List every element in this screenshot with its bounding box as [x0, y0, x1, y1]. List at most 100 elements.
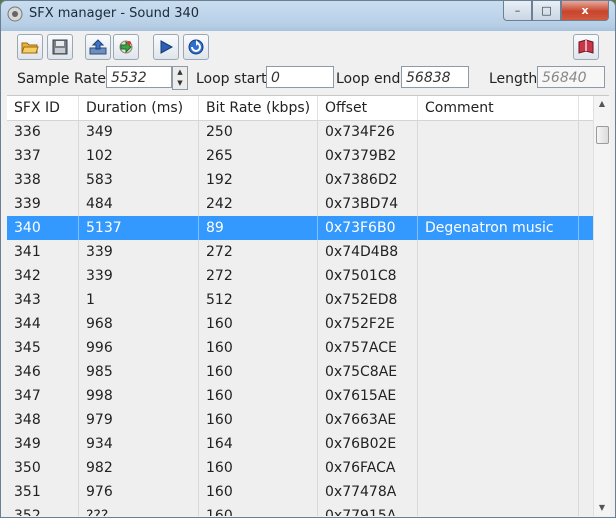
table-cell: 343: [7, 288, 79, 312]
table-cell: 0x7663AE: [318, 408, 418, 432]
table-row[interactable]: 343 1 512 0x752ED8: [7, 288, 593, 312]
table-cell: 484: [79, 192, 199, 216]
speaker-app-icon: [7, 6, 23, 22]
scroll-thumb[interactable]: [596, 126, 609, 144]
loop-start-input[interactable]: 0: [266, 66, 334, 88]
table-cell: 0x7615AE: [318, 384, 418, 408]
table-cell: 996: [79, 336, 199, 360]
table-cell: 350: [7, 456, 79, 480]
play-button[interactable]: [153, 34, 179, 60]
maximize-button[interactable]: □: [532, 1, 561, 21]
open-button[interactable]: [17, 34, 43, 60]
scroll-down-icon[interactable]: ▼: [594, 500, 610, 516]
table-cell: 160: [199, 408, 318, 432]
table-cell: [418, 456, 579, 480]
table-cell: ???: [79, 504, 199, 516]
column-header-bit-rate[interactable]: Bit Rate (kbps): [199, 96, 318, 120]
refresh-icon: [188, 39, 204, 55]
table-cell: [418, 360, 579, 384]
table-cell: 0x73BD74: [318, 192, 418, 216]
table-cell: 342: [7, 264, 79, 288]
help-button[interactable]: [573, 34, 599, 60]
table-cell: 0x752ED8: [318, 288, 418, 312]
table-cell: 337: [7, 144, 79, 168]
table-cell: 976: [79, 480, 199, 504]
table-cell: 0x77478A: [318, 480, 418, 504]
save-button[interactable]: [47, 34, 73, 60]
spin-up-icon[interactable]: ▲: [173, 67, 187, 78]
table-cell: 272: [199, 264, 318, 288]
spin-down-icon[interactable]: ▼: [173, 78, 187, 89]
table-row[interactable]: 341 339 272 0x74D4B8: [7, 240, 593, 264]
book-icon: [578, 39, 594, 54]
table-cell: 351: [7, 480, 79, 504]
minimize-icon: –: [514, 4, 521, 17]
table-row[interactable]: 338 583 192 0x7386D2: [7, 168, 593, 192]
table-cell: 164: [199, 432, 318, 456]
table-cell: 985: [79, 360, 199, 384]
table-cell: [418, 264, 579, 288]
column-header-offset[interactable]: Offset: [318, 96, 418, 120]
table-row[interactable]: 347 998 160 0x7615AE: [7, 384, 593, 408]
minimize-button[interactable]: –: [503, 1, 532, 21]
scroll-up-icon[interactable]: ▲: [594, 96, 610, 112]
table-cell: [418, 312, 579, 336]
title-bar[interactable]: SFX manager - Sound 340 – □ x: [1, 1, 615, 29]
table-row[interactable]: 346 985 160 0x75C8AE: [7, 360, 593, 384]
table-cell: 512: [199, 288, 318, 312]
table-row[interactable]: 349 934 164 0x76B02E: [7, 432, 593, 456]
play-icon: [160, 40, 174, 54]
sfx-list[interactable]: SFX ID Duration (ms) Bit Rate (kbps) Off…: [7, 95, 610, 516]
export-button[interactable]: [85, 34, 111, 60]
vertical-scrollbar[interactable]: ▲ ▼: [593, 96, 610, 516]
table-cell: 338: [7, 168, 79, 192]
client-area: Sample Rate 5532 ▲ ▼ Loop start 0 Loop e…: [7, 31, 610, 516]
loop-end-input[interactable]: 56838: [401, 66, 469, 88]
table-cell: [418, 408, 579, 432]
sample-rate-spinner[interactable]: ▲ ▼: [172, 66, 188, 90]
sample-rate-input[interactable]: 5532: [106, 66, 172, 88]
import-button[interactable]: [113, 34, 139, 60]
table-cell: 583: [79, 168, 199, 192]
table-row-selected[interactable]: 340 5137 89 0x73F6B0 Degenatron music: [7, 216, 593, 240]
window-title: SFX manager - Sound 340: [29, 6, 200, 21]
table-cell: 102: [79, 144, 199, 168]
table-cell: 5137: [79, 216, 199, 240]
table-row[interactable]: 345 996 160 0x757ACE: [7, 336, 593, 360]
length-input: 56840: [537, 66, 605, 88]
table-row[interactable]: 350 982 160 0x76FACA: [7, 456, 593, 480]
table-cell: [418, 192, 579, 216]
table-cell: 1: [79, 288, 199, 312]
table-cell: [418, 336, 579, 360]
table-cell: 340: [7, 216, 79, 240]
table-row[interactable]: 342 339 272 0x7501C8: [7, 264, 593, 288]
table-cell: 344: [7, 312, 79, 336]
table-cell: 352: [7, 504, 79, 516]
table-cell: 0x7386D2: [318, 168, 418, 192]
table-row[interactable]: 348 979 160 0x7663AE: [7, 408, 593, 432]
table-cell: 0x734F26: [318, 120, 418, 144]
list-header: SFX ID Duration (ms) Bit Rate (kbps) Off…: [7, 96, 593, 121]
table-row[interactable]: 352??? 160 0x77915A: [7, 504, 593, 516]
table-cell: 982: [79, 456, 199, 480]
table-cell: 934: [79, 432, 199, 456]
table-cell: 0x752F2E: [318, 312, 418, 336]
table-row[interactable]: 351 976 160 0x77478A: [7, 480, 593, 504]
loop-start-label: Loop start: [196, 71, 267, 87]
table-cell: Degenatron music: [418, 216, 579, 240]
table-cell: [418, 504, 579, 516]
table-row[interactable]: 336 349 250 0x734F26: [7, 120, 593, 144]
reload-button[interactable]: [183, 34, 209, 60]
table-row[interactable]: 339 484 242 0x73BD74: [7, 192, 593, 216]
list-rows: 336 349 250 0x734F26 337 102 265 0x7379B2 338 583…: [7, 120, 593, 516]
table-row[interactable]: 344 968 160 0x752F2E: [7, 312, 593, 336]
table-cell: [418, 168, 579, 192]
close-button[interactable]: x: [561, 1, 609, 21]
table-cell: 336: [7, 120, 79, 144]
column-header-duration[interactable]: Duration (ms): [79, 96, 199, 120]
import-icon: [119, 40, 133, 54]
table-cell: 0x76FACA: [318, 456, 418, 480]
column-header-comment[interactable]: Comment: [418, 96, 579, 120]
table-row[interactable]: 337 102 265 0x7379B2: [7, 144, 593, 168]
column-header-sfx-id[interactable]: SFX ID: [7, 96, 79, 120]
